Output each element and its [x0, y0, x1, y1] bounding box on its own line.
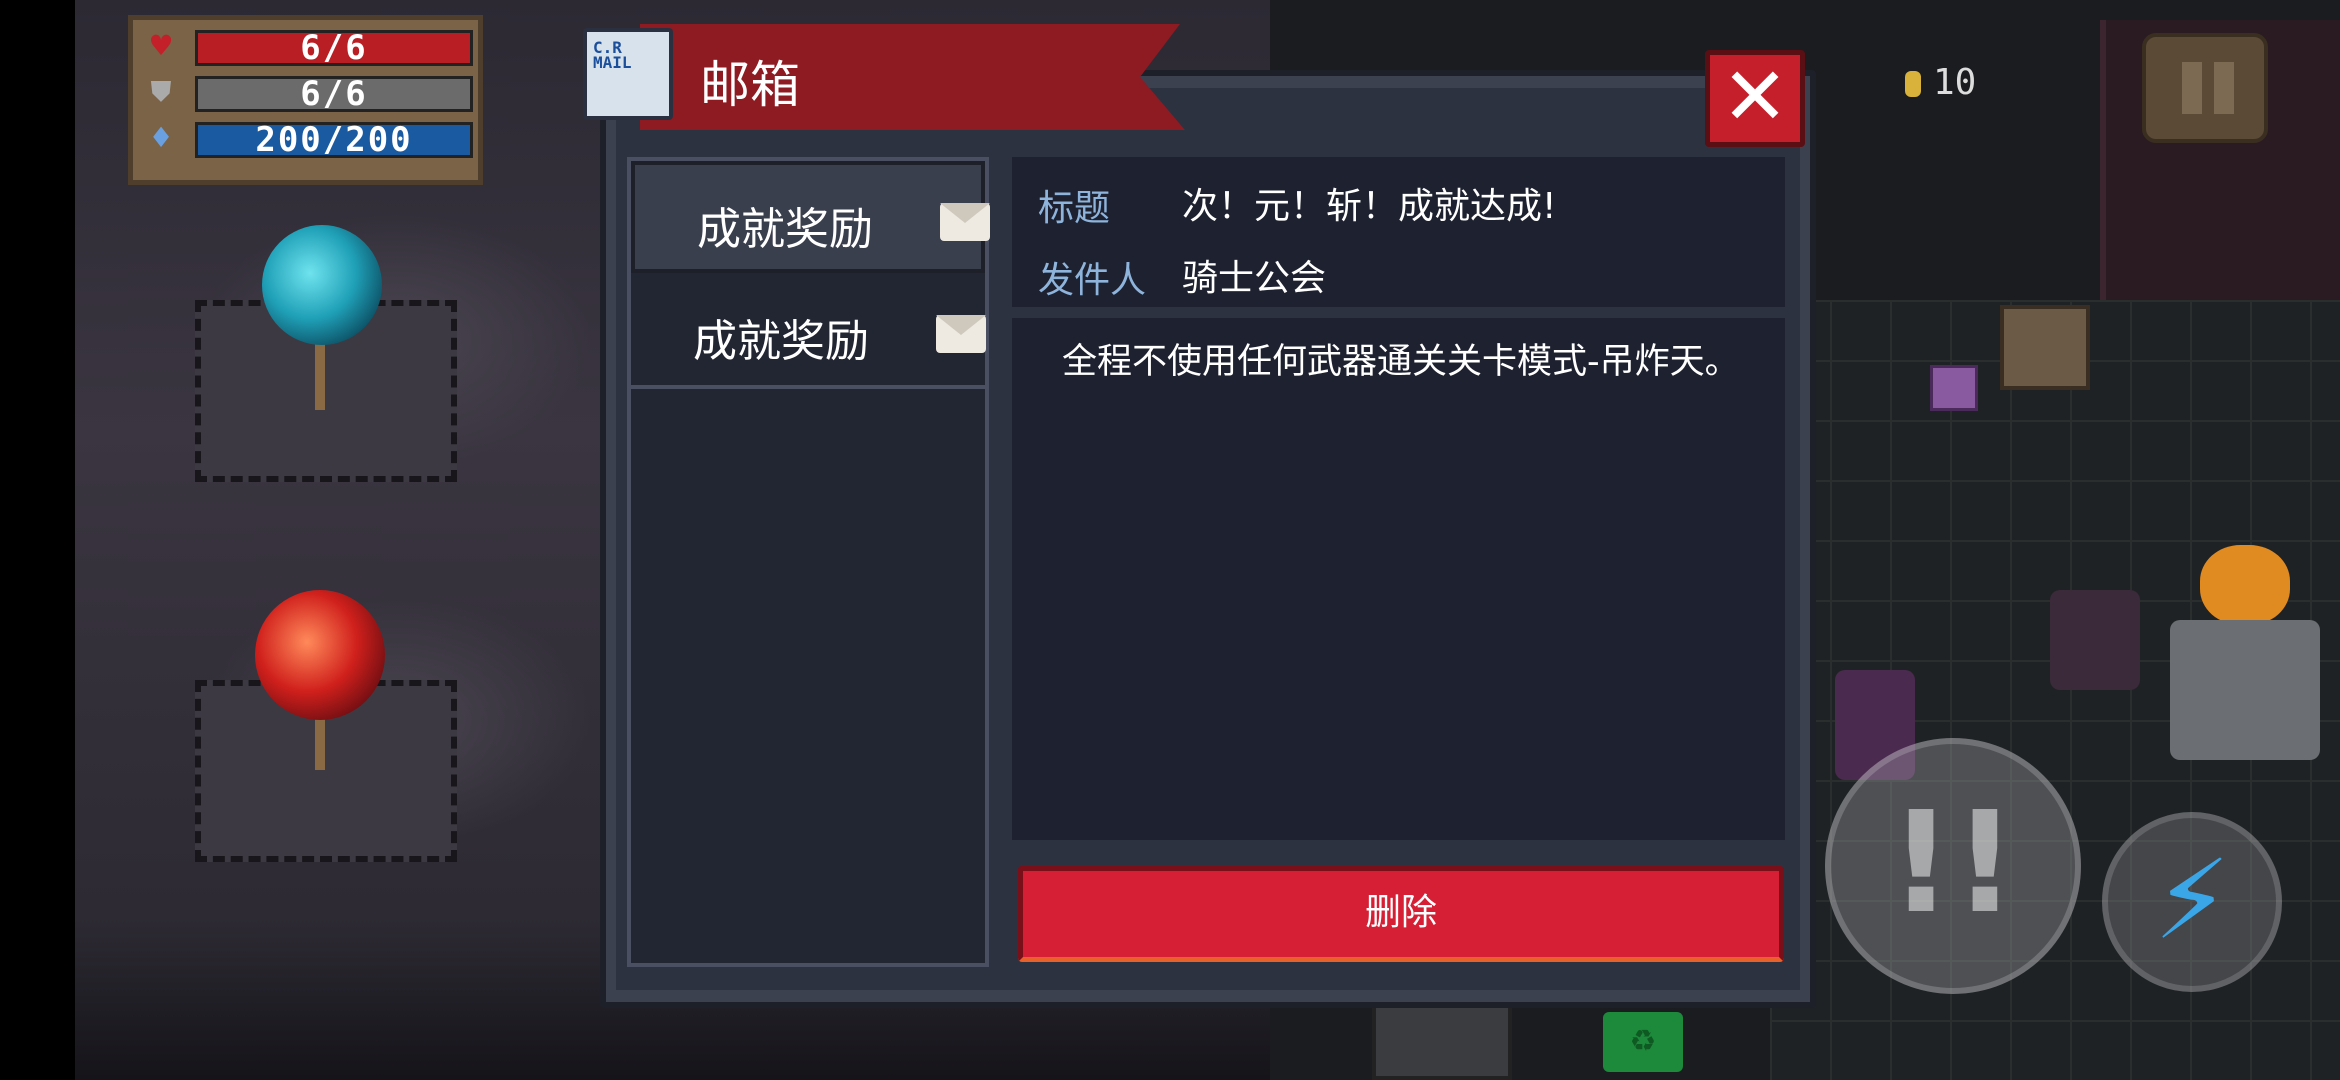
coin-icon — [1905, 71, 1921, 97]
close-button[interactable]: ✕ — [1705, 50, 1805, 147]
hp-row: ♥ 6/6 — [133, 26, 478, 66]
heart-icon: ♥ — [148, 29, 174, 62]
mail-list: 成就奖励 成就奖励 — [627, 157, 990, 967]
npc-group — [2170, 620, 2320, 760]
mail-body-panel: 全程不使用任何武器通关关卡模式-吊炸天。 — [1012, 318, 1785, 840]
pause-button[interactable] — [2142, 33, 2268, 143]
mail-item-label: 成就奖励 — [697, 204, 873, 255]
close-icon: ✕ — [1721, 50, 1789, 143]
gift-box[interactable] — [1930, 365, 1978, 411]
mail-header-panel: 标题 次！元！斩！成就达成! 发件人 骑士公会 — [1012, 157, 1785, 307]
skill-button[interactable]: !! — [1825, 738, 2081, 994]
player-stats-panel: ♥ 6/6 ⛊ 6/6 ♦ 200/200 — [128, 15, 483, 185]
sender-label: 发件人 — [1038, 260, 1147, 301]
envelope-icon — [936, 315, 986, 353]
mail-item-label: 成就奖励 — [693, 316, 869, 367]
envelope-icon — [940, 203, 990, 241]
energy-row: ♦ 200/200 — [133, 118, 478, 158]
mail-body-text: 全程不使用任何武器通关关卡模式-吊炸天。 — [1062, 342, 1740, 382]
armor-row: ⛊ 6/6 — [133, 72, 478, 112]
delete-button[interactable]: 删除 — [1018, 866, 1784, 962]
room-door — [1372, 1000, 1512, 1080]
coin-count: 10 — [1933, 62, 1977, 103]
mail-list-item[interactable]: 成就奖励 — [631, 161, 990, 273]
mail-list-item[interactable]: 成就奖励 — [631, 277, 986, 389]
energy-value: 200/200 — [195, 122, 473, 158]
treasure-chest[interactable] — [2000, 305, 2090, 390]
hp-value: 6/6 — [195, 30, 473, 66]
sender-value: 骑士公会 — [1182, 258, 1327, 299]
energy-gem-icon: ♦ — [148, 121, 174, 154]
tree-trunk — [315, 340, 325, 410]
blue-tree — [262, 225, 382, 345]
red-tree — [255, 590, 385, 720]
lightning-button[interactable]: ⚡ — [2102, 812, 2282, 992]
pumpkin-npc — [2200, 545, 2290, 625]
subject-value: 次！元！斩！成就达成! — [1182, 186, 1557, 227]
mail-icon: C.R MAIL — [583, 28, 673, 120]
enemy-character — [2050, 590, 2140, 690]
armor-value: 6/6 — [195, 76, 473, 112]
mailbox-title: 邮箱 — [700, 56, 800, 114]
coin-counter: 10 — [1905, 62, 1976, 112]
subject-label: 标题 — [1038, 188, 1111, 229]
recycle-icon[interactable]: ♻ — [1603, 1012, 1683, 1072]
shield-icon: ⛊ — [150, 75, 172, 108]
